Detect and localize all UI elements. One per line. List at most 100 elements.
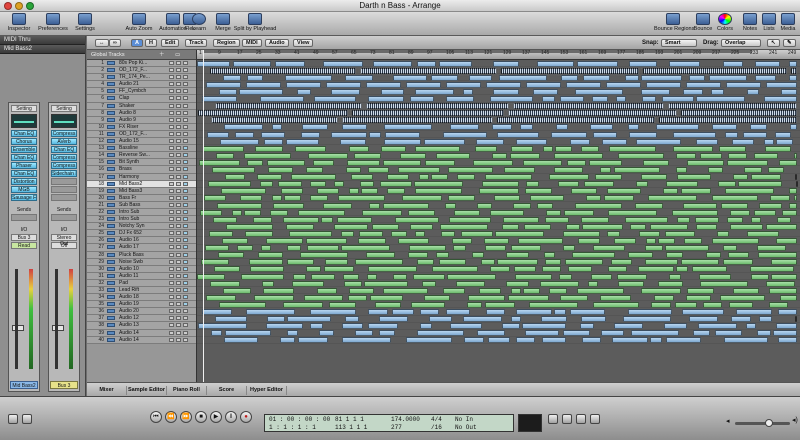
region[interactable] <box>563 330 590 337</box>
region[interactable] <box>715 330 742 337</box>
region[interactable] <box>600 167 611 173</box>
region[interactable] <box>582 223 623 230</box>
solo-button[interactable] <box>176 82 181 87</box>
region[interactable] <box>628 252 653 259</box>
region[interactable] <box>578 238 600 244</box>
mute-button[interactable] <box>169 153 174 158</box>
region[interactable] <box>301 131 320 138</box>
track-name[interactable]: TR_174_Pe... <box>119 74 167 80</box>
region[interactable] <box>580 323 594 330</box>
hide-icon[interactable]: H <box>145 39 157 47</box>
region[interactable] <box>383 159 421 166</box>
track-name[interactable]: Audio 20 <box>119 308 167 314</box>
track-header[interactable]: 40 Audio 14 <box>87 336 196 344</box>
region[interactable] <box>261 131 285 138</box>
region[interactable] <box>354 152 381 159</box>
track-lane[interactable] <box>197 301 800 309</box>
track-header[interactable]: 22 Intro Sub <box>87 208 196 217</box>
region[interactable] <box>681 188 711 195</box>
solo-button[interactable] <box>176 103 181 108</box>
region[interactable] <box>448 195 475 202</box>
region[interactable] <box>415 230 425 237</box>
region[interactable] <box>267 159 305 166</box>
track-lane[interactable] <box>197 252 800 259</box>
region[interactable] <box>355 330 373 337</box>
track-lane[interactable] <box>197 287 800 295</box>
insert-slot[interactable]: Chan EQ <box>11 154 37 161</box>
track-name[interactable]: Mid Bass2 <box>119 181 167 187</box>
record-enable-button[interactable] <box>183 139 188 144</box>
region[interactable] <box>292 280 324 287</box>
zoom-icon[interactable] <box>26 2 34 10</box>
region[interactable] <box>643 159 669 166</box>
region[interactable] <box>511 316 521 323</box>
region[interactable] <box>369 131 381 138</box>
region[interactable] <box>750 124 767 131</box>
track-lane[interactable] <box>197 152 800 160</box>
solo-button[interactable] <box>176 188 181 193</box>
region[interactable] <box>211 330 222 337</box>
region[interactable] <box>291 174 336 181</box>
record-icon[interactable]: ● <box>240 411 252 423</box>
region[interactable] <box>769 287 797 294</box>
insert-slot[interactable]: Phaser <box>11 162 37 169</box>
track-name[interactable]: Audio 17 <box>119 244 167 250</box>
region[interactable] <box>323 60 363 67</box>
region[interactable] <box>198 110 348 117</box>
region[interactable] <box>586 195 601 202</box>
region[interactable] <box>448 167 493 173</box>
region[interactable] <box>506 280 529 287</box>
colors-button[interactable]: Colors <box>714 13 736 35</box>
region[interactable] <box>725 131 738 138</box>
region[interactable] <box>646 238 656 244</box>
track-header[interactable]: 25 DJ Fx 652 <box>87 230 196 238</box>
region[interactable] <box>287 330 298 337</box>
region[interactable] <box>263 287 294 294</box>
region[interactable] <box>361 188 378 195</box>
track-header[interactable]: 24 Notchy Syn <box>87 223 196 231</box>
region[interactable] <box>447 273 496 280</box>
region[interactable] <box>469 74 492 81</box>
region[interactable] <box>537 202 553 209</box>
region[interactable] <box>366 81 401 88</box>
region[interactable] <box>232 209 242 216</box>
region[interactable] <box>571 188 597 195</box>
region[interactable] <box>779 159 797 166</box>
track-name[interactable]: Noise Swb <box>119 259 167 265</box>
region[interactable] <box>629 131 657 138</box>
region[interactable] <box>310 181 326 188</box>
mute-button[interactable] <box>169 146 174 151</box>
track-header[interactable]: 29 Noise Swb <box>87 258 196 266</box>
track-name[interactable]: Bass Fr <box>119 195 167 201</box>
region[interactable] <box>582 337 601 344</box>
region[interactable] <box>254 294 294 301</box>
region[interactable] <box>751 273 769 280</box>
region[interactable] <box>672 209 718 216</box>
insert-slot[interactable]: Sausage Fa <box>11 194 37 201</box>
region[interactable] <box>406 81 441 88</box>
track-lane[interactable] <box>197 330 800 337</box>
region[interactable] <box>272 124 282 131</box>
record-enable-button[interactable] <box>183 259 188 264</box>
track-name[interactable]: Audio 18 <box>119 294 167 300</box>
add-track-icon[interactable]: ＋ <box>159 50 165 60</box>
region[interactable] <box>408 209 435 216</box>
tab-mixer[interactable]: Mixer <box>87 386 127 395</box>
settings-button[interactable]: Settings <box>68 13 102 35</box>
solo-button[interactable] <box>176 323 181 328</box>
track-name[interactable]: Audio 15 <box>119 138 167 144</box>
region[interactable] <box>215 103 362 110</box>
region[interactable] <box>723 60 743 67</box>
record-enable-button[interactable] <box>183 188 188 193</box>
record-enable-button[interactable] <box>183 280 188 285</box>
region[interactable] <box>656 124 699 131</box>
region[interactable] <box>789 188 797 195</box>
region[interactable] <box>666 337 701 344</box>
region[interactable] <box>563 230 600 237</box>
region[interactable] <box>565 259 603 266</box>
region[interactable] <box>677 174 711 181</box>
region[interactable] <box>683 88 703 95</box>
region[interactable] <box>450 323 482 330</box>
solo-button[interactable] <box>176 288 181 292</box>
region[interactable] <box>392 309 414 315</box>
